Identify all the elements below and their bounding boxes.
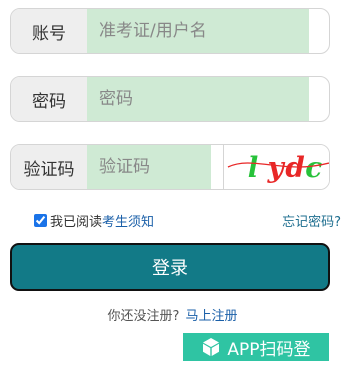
cube-icon: [203, 338, 220, 356]
account-row: 账号: [10, 8, 330, 54]
captcha-char-4: c: [305, 151, 322, 184]
password-input[interactable]: [87, 77, 309, 121]
login-button[interactable]: 登录: [10, 243, 330, 291]
captcha-char-2: y: [267, 151, 286, 184]
account-input[interactable]: [87, 9, 309, 53]
register-prompt: 你还没注册?: [107, 309, 180, 324]
captcha-row: 验证码 l y d c: [10, 144, 330, 190]
captcha-graphic: l y d c: [227, 151, 329, 184]
password-row: 密码: [10, 76, 330, 122]
app-scan-login-button[interactable]: APP扫码登: [183, 333, 329, 361]
register-link[interactable]: 马上注册: [185, 309, 237, 324]
candidate-notice-link[interactable]: 考生须知: [102, 211, 154, 230]
app-scan-label: APP扫码登: [227, 339, 311, 360]
register-line: 你还没注册? 马上注册: [0, 305, 345, 324]
agree-checkbox-label[interactable]: 我已阅读 考生须知: [34, 211, 154, 230]
captcha-char-1: l: [248, 151, 259, 184]
account-label: 账号: [11, 9, 88, 53]
forgot-password-link[interactable]: 忘记密码?: [282, 211, 341, 230]
login-options: 我已阅读 考生须知 忘记密码?: [34, 211, 341, 230]
agree-checkbox[interactable]: [34, 214, 47, 227]
captcha-image[interactable]: l y d c: [223, 145, 329, 189]
agree-prefix: 我已阅读: [50, 215, 103, 230]
password-label: 密码: [11, 77, 88, 121]
captcha-input[interactable]: [87, 145, 211, 189]
captcha-label: 验证码: [11, 145, 88, 189]
